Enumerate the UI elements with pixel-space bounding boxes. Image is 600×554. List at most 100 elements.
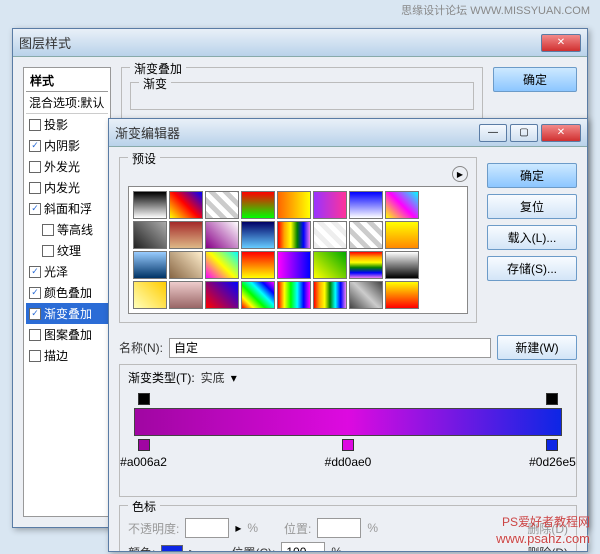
checkbox[interactable] xyxy=(29,161,41,173)
type-label: 渐变类型(T): xyxy=(128,369,195,386)
checkbox[interactable] xyxy=(29,182,41,194)
preset-swatch[interactable] xyxy=(385,221,419,249)
preset-swatch[interactable] xyxy=(277,191,311,219)
blend-options[interactable]: 混合选项:默认 xyxy=(26,92,108,114)
layer-style-titlebar[interactable]: 图层样式 ✕ xyxy=(13,29,587,57)
gradient-editor-titlebar[interactable]: 渐变编辑器 — ▢ ✕ xyxy=(109,119,587,147)
ok-button[interactable]: 确定 xyxy=(487,163,577,188)
watermark-text: PS爱好者教程网 xyxy=(502,513,590,530)
style-label: 外发光 xyxy=(44,158,80,175)
type-value: 实底 xyxy=(201,369,225,386)
color-stop[interactable] xyxy=(342,439,354,451)
preset-swatch[interactable] xyxy=(385,281,419,309)
reset-button[interactable]: 复位 xyxy=(487,194,577,219)
dropdown-icon[interactable]: ▾ xyxy=(231,371,237,385)
opacity-stop-left[interactable] xyxy=(138,393,150,405)
dropdown-icon: ▸ xyxy=(235,521,241,535)
preset-swatch[interactable] xyxy=(241,281,275,309)
style-item[interactable]: ✓斜面和浮 xyxy=(26,198,108,219)
presets-menu-icon[interactable]: ▶ xyxy=(452,166,468,182)
preset-swatch[interactable] xyxy=(205,191,239,219)
opacity-stop-right[interactable] xyxy=(546,393,558,405)
opacity-input xyxy=(185,518,229,538)
preset-swatch[interactable] xyxy=(169,251,203,279)
preset-swatch[interactable] xyxy=(133,191,167,219)
style-item[interactable]: 内发光 xyxy=(26,177,108,198)
style-item[interactable]: ✓内阴影 xyxy=(26,135,108,156)
checkbox[interactable]: ✓ xyxy=(29,140,41,152)
style-item[interactable]: 外发光 xyxy=(26,156,108,177)
style-label: 内发光 xyxy=(44,179,80,196)
preset-swatch[interactable] xyxy=(313,251,347,279)
style-item[interactable]: 等高线 xyxy=(26,219,108,240)
gradient-editor-window: 渐变编辑器 — ▢ ✕ 预设 ▶ 确定 复位 载入(L)... 存储(S)...… xyxy=(108,118,588,552)
pct-label: % xyxy=(247,521,258,535)
close-icon[interactable]: ✕ xyxy=(541,124,581,142)
style-label: 等高线 xyxy=(57,221,93,238)
preset-swatch[interactable] xyxy=(385,191,419,219)
load-button[interactable]: 载入(L)... xyxy=(487,225,577,250)
preset-swatch[interactable] xyxy=(133,221,167,249)
color-stop[interactable] xyxy=(546,439,558,451)
checkbox[interactable] xyxy=(42,224,54,236)
style-item[interactable]: ✓颜色叠加 xyxy=(26,282,108,303)
preset-swatch[interactable] xyxy=(385,251,419,279)
style-label: 光泽 xyxy=(44,263,68,280)
gradient-subgroup: 渐变 xyxy=(130,82,474,110)
ok-button[interactable]: 确定 xyxy=(493,67,577,92)
preset-swatch[interactable] xyxy=(241,221,275,249)
minimize-icon[interactable]: — xyxy=(479,124,507,142)
style-item[interactable]: 描边 xyxy=(26,345,108,366)
preset-swatch[interactable] xyxy=(313,221,347,249)
checkbox[interactable]: ✓ xyxy=(29,266,41,278)
preset-swatch[interactable] xyxy=(349,221,383,249)
watermark-url: www.psahz.com xyxy=(496,531,590,546)
preset-swatch[interactable] xyxy=(277,251,311,279)
styles-sidebar: 样式 混合选项:默认 投影✓内阴影外发光内发光✓斜面和浮等高线纹理✓光泽✓颜色叠… xyxy=(23,67,111,517)
preset-swatch[interactable] xyxy=(277,281,311,309)
preset-swatch[interactable] xyxy=(349,281,383,309)
preset-swatch[interactable] xyxy=(277,221,311,249)
preset-swatch[interactable] xyxy=(133,251,167,279)
style-item[interactable]: 纹理 xyxy=(26,240,108,261)
new-button[interactable]: 新建(W) xyxy=(497,335,577,360)
style-item[interactable]: 投影 xyxy=(26,114,108,135)
position-c-input[interactable] xyxy=(281,542,325,551)
preset-swatch[interactable] xyxy=(313,281,347,309)
preset-swatch[interactable] xyxy=(241,191,275,219)
checkbox[interactable]: ✓ xyxy=(29,287,41,299)
color-stop[interactable] xyxy=(138,439,150,451)
preset-swatch[interactable] xyxy=(205,221,239,249)
dropdown-icon[interactable]: ▸ xyxy=(189,545,195,551)
style-item[interactable]: ✓光泽 xyxy=(26,261,108,282)
preset-swatch[interactable] xyxy=(349,191,383,219)
style-item[interactable]: ✓渐变叠加 xyxy=(26,303,108,324)
preset-swatch[interactable] xyxy=(205,281,239,309)
styles-header[interactable]: 样式 xyxy=(26,70,108,92)
style-label: 渐变叠加 xyxy=(44,305,92,322)
preset-swatch[interactable] xyxy=(133,281,167,309)
save-button[interactable]: 存储(S)... xyxy=(487,256,577,281)
preset-swatch[interactable] xyxy=(205,251,239,279)
checkbox[interactable] xyxy=(42,245,54,257)
preset-swatch[interactable] xyxy=(313,191,347,219)
close-icon[interactable]: ✕ xyxy=(541,34,581,52)
checkbox[interactable] xyxy=(29,329,41,341)
checkbox[interactable]: ✓ xyxy=(29,308,41,320)
maximize-icon[interactable]: ▢ xyxy=(510,124,538,142)
style-label: 颜色叠加 xyxy=(44,284,92,301)
preset-swatch[interactable] xyxy=(169,221,203,249)
preset-swatch[interactable] xyxy=(349,251,383,279)
style-label: 投影 xyxy=(44,116,68,133)
preset-swatch[interactable] xyxy=(169,281,203,309)
name-input[interactable] xyxy=(169,338,491,358)
preset-swatch[interactable] xyxy=(169,191,203,219)
preset-swatch[interactable] xyxy=(241,251,275,279)
color-swatch[interactable] xyxy=(161,545,183,551)
checkbox[interactable] xyxy=(29,350,41,362)
color-stops-label: 色标 xyxy=(128,498,160,515)
style-item[interactable]: 图案叠加 xyxy=(26,324,108,345)
checkbox[interactable] xyxy=(29,119,41,131)
checkbox[interactable]: ✓ xyxy=(29,203,41,215)
gradient-bar[interactable]: #a006a2#dd0ae0#0d26e5 xyxy=(134,408,562,436)
